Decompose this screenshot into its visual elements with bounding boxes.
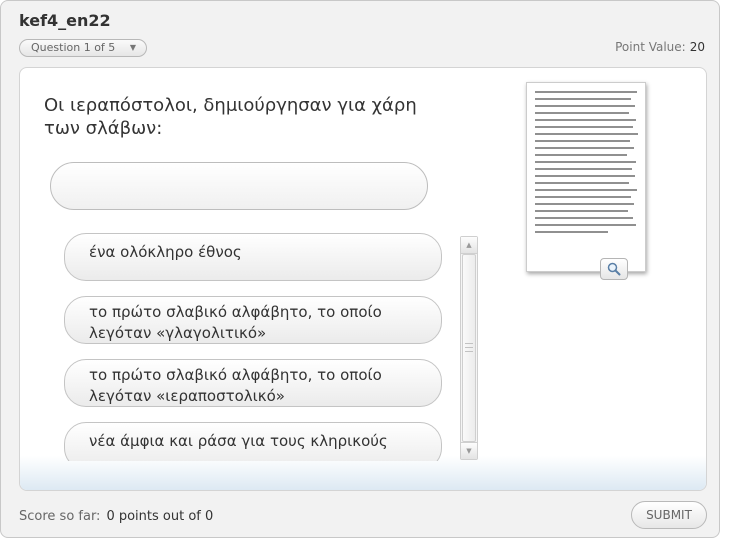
magnifier-icon[interactable] (600, 258, 628, 280)
question-selector[interactable]: Question 1 of 5 ▼ (19, 39, 147, 57)
chevron-down-icon: ▼ (129, 43, 136, 52)
submit-button[interactable]: SUBMIT (631, 501, 707, 529)
point-value: Point Value: 20 (615, 40, 705, 54)
options-list: ένα ολόκληρο έθνος το πρώτο σλαβικό αλφά… (64, 233, 446, 461)
point-value-label: Point Value: (615, 40, 686, 54)
scroll-down-icon[interactable]: ▼ (461, 442, 477, 459)
question-selector-label: Question 1 of 5 (31, 41, 116, 54)
option-3[interactable]: το πρώτο σλαβικό αλφάβητο, το οποίο λεγό… (64, 359, 442, 407)
score-value: 0 points out of 0 (106, 509, 214, 524)
score-label: Score so far: (19, 509, 101, 524)
option-1[interactable]: ένα ολόκληρο έθνος (64, 233, 442, 281)
grip-line (465, 343, 473, 344)
quiz-frame: kef4_en22 Question 1 of 5 ▼ Point Value:… (0, 0, 720, 538)
grip-line (465, 347, 473, 348)
quiz-title: kef4_en22 (19, 11, 111, 30)
options-scrollbar[interactable]: ▲ ▼ (460, 236, 478, 460)
question-text: Οι ιεραπόστολοι, δημιούργησαν για χάρη τ… (44, 95, 417, 139)
manuscript-text-lines (535, 91, 639, 238)
score-summary: Score so far: 0 points out of 0 (19, 509, 213, 524)
scroll-up-icon[interactable]: ▲ (461, 237, 477, 254)
question-card: Οι ιεραπόστολοι, δημιούργησαν για χάρη τ… (19, 67, 707, 491)
option-4[interactable]: νέα άμφια και ράσα για τους κληρικούς (64, 422, 442, 461)
card-bottom-shade (20, 456, 706, 490)
point-value-number: 20 (689, 40, 705, 54)
grip-line (465, 351, 473, 352)
scroll-thumb[interactable] (462, 254, 476, 442)
answer-drop-field[interactable] (50, 162, 428, 210)
manuscript-image[interactable] (526, 82, 646, 272)
option-2[interactable]: το πρώτο σλαβικό αλφάβητο, το οποίο λεγό… (64, 296, 442, 344)
